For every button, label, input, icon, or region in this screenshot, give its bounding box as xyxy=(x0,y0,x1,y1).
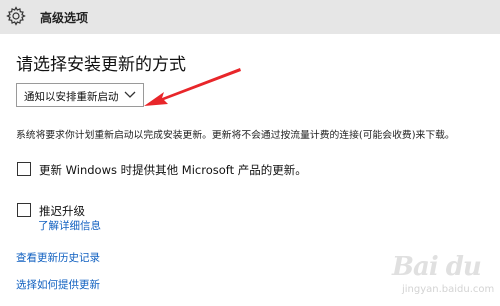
install-description: 系统将要求你计划重新启动以完成安装更新。更新将不会通过按流量计费的连接(可能会收… xyxy=(16,130,455,141)
install-mode-selected: 通知以安排重新启动 xyxy=(24,91,119,103)
page-title: 高级选项 xyxy=(40,11,89,25)
other-products-label: 更新 Windows 时提供其他 Microsoft 产品的更新。 xyxy=(39,163,307,177)
watermark: Bai du jingyan.baidu.com xyxy=(380,250,498,302)
other-products-checkbox[interactable] xyxy=(17,162,31,176)
watermark-logo: Bai du xyxy=(392,252,482,282)
gear-icon[interactable] xyxy=(6,6,26,26)
chevron-down-icon xyxy=(124,91,136,98)
defer-upgrades-checkbox[interactable] xyxy=(17,203,31,217)
title-bar: 高级选项 xyxy=(0,0,500,34)
learn-more-link[interactable]: 了解详细信息 xyxy=(38,218,101,233)
install-mode-dropdown[interactable]: 通知以安排重新启动 xyxy=(16,83,144,107)
annotation-arrow xyxy=(144,68,241,106)
update-history-link[interactable]: 查看更新历史记录 xyxy=(16,250,100,265)
defer-upgrades-label: 推迟升级 xyxy=(39,204,85,218)
watermark-url: jingyan.baidu.com xyxy=(402,284,495,295)
update-delivery-link[interactable]: 选择如何提供更新 xyxy=(16,277,100,292)
